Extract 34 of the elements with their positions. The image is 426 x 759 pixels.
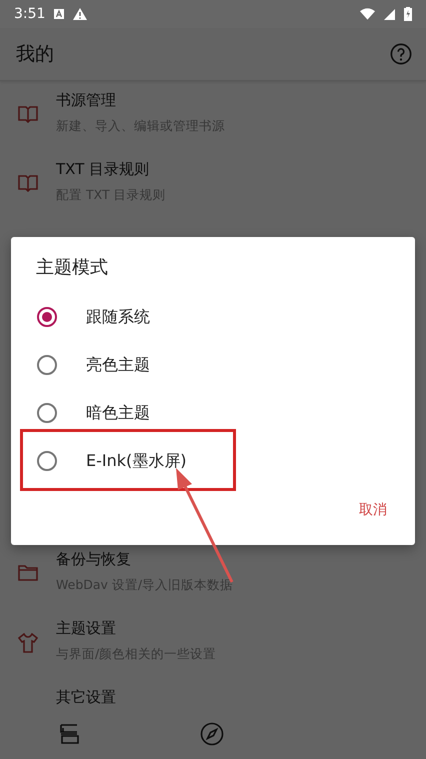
book-icon: [18, 105, 38, 123]
item-title: 备份与恢复: [56, 550, 132, 569]
item-title: TXT 目录规则: [56, 160, 150, 179]
battery-icon: [404, 7, 412, 21]
option-label: 亮色主题: [86, 354, 150, 376]
radio-option[interactable]: 亮色主题: [11, 341, 415, 389]
book-icon: [18, 174, 38, 192]
bookshelf-icon[interactable]: [58, 722, 82, 746]
notification-icon: [54, 9, 64, 19]
item-title: 主题设置: [56, 619, 117, 638]
shirt-icon: [18, 633, 38, 653]
radio-button[interactable]: [37, 403, 57, 423]
option-label: 暗色主题: [86, 402, 150, 424]
radio-option[interactable]: 跟随系统: [11, 293, 415, 341]
signal-icon: [384, 8, 395, 20]
item-title: 书源管理: [56, 91, 117, 110]
radio-option[interactable]: 暗色主题: [11, 389, 415, 437]
help-icon[interactable]: [390, 43, 412, 65]
folder-icon: [18, 564, 38, 582]
warning-icon: [73, 8, 88, 20]
wifi-icon: [360, 8, 375, 20]
cancel-button[interactable]: 取消: [351, 495, 395, 525]
dialog-title: 主题模式: [36, 256, 108, 279]
option-label: 跟随系统: [86, 306, 150, 328]
radio-button[interactable]: [37, 355, 57, 375]
page-title: 我的: [16, 42, 54, 67]
radio-option[interactable]: E-Ink(墨水屏): [11, 437, 415, 485]
status-time: 3:51: [14, 6, 46, 22]
radio-button[interactable]: [37, 307, 57, 327]
settings-item[interactable]: 其它设置: [0, 678, 426, 709]
item-title: 其它设置: [56, 688, 116, 707]
radio-button[interactable]: [37, 451, 57, 471]
option-label: E-Ink(墨水屏): [86, 450, 186, 472]
compass-icon[interactable]: [200, 722, 224, 746]
